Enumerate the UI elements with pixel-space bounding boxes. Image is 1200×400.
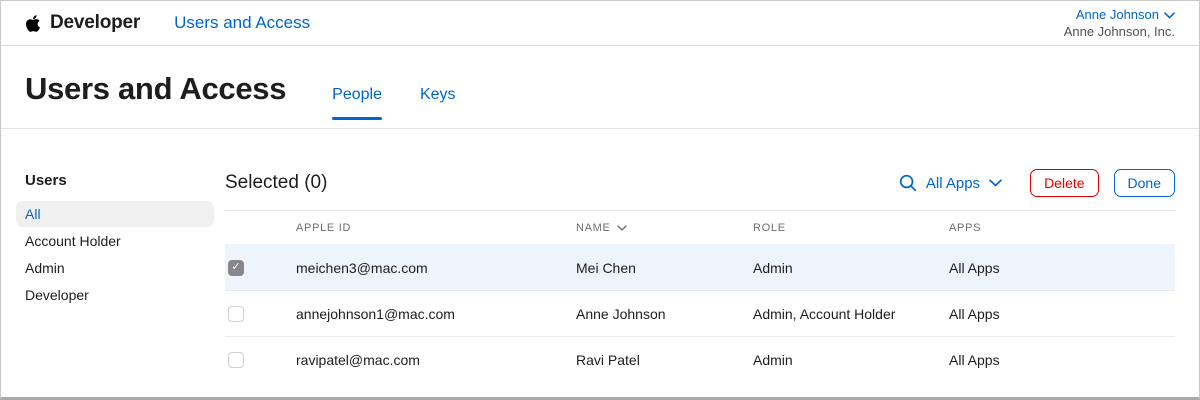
brand-name: Developer (50, 12, 140, 34)
cell-apple-id: ravipatel@mac.com (296, 352, 576, 368)
app-window: Developer Users and Access Anne Johnson … (0, 0, 1200, 400)
cell-apps: All Apps (949, 352, 1175, 368)
delete-button[interactable]: Delete (1030, 169, 1098, 197)
cell-apple-id: annejohnson1@mac.com (296, 306, 576, 322)
cell-name: Anne Johnson (576, 306, 753, 322)
sidebar-item-developer[interactable]: Developer (16, 282, 214, 308)
column-header-apple-id[interactable]: APPLE ID (296, 222, 576, 234)
chevron-down-icon (989, 179, 1002, 187)
column-header-role[interactable]: ROLE (753, 222, 949, 234)
main-panel: Selected (0) All Apps Delete Done (225, 169, 1175, 397)
page-title: Users and Access (25, 71, 286, 107)
table-header-row: APPLE ID NAME ROLE APPS (225, 211, 1175, 244)
cell-role: Admin, Account Holder (753, 306, 949, 322)
cell-name: Mei Chen (576, 260, 753, 276)
row-checkbox[interactable] (228, 352, 244, 368)
row-checkbox[interactable] (228, 306, 244, 322)
search-button[interactable] (899, 174, 917, 192)
sort-chevron-down-icon (617, 225, 627, 231)
cell-name: Ravi Patel (576, 352, 753, 368)
top-nav: Developer Users and Access Anne Johnson … (1, 1, 1199, 46)
apps-filter-dropdown[interactable]: All Apps (926, 175, 1002, 192)
column-header-name[interactable]: NAME (576, 222, 753, 234)
toolbar: Selected (0) All Apps Delete Done (225, 169, 1175, 211)
column-header-apps[interactable]: APPS (949, 222, 1175, 234)
search-icon (899, 174, 917, 192)
account-area: Anne Johnson Anne Johnson, Inc. (1064, 6, 1175, 40)
row-checkbox[interactable] (228, 260, 244, 276)
toolbar-actions: All Apps Delete Done (899, 169, 1175, 197)
users-table: APPLE ID NAME ROLE APPS meichen3@mac.com… (225, 211, 1175, 382)
cell-apps: All Apps (949, 306, 1175, 322)
done-button[interactable]: Done (1114, 169, 1175, 197)
cell-apps: All Apps (949, 260, 1175, 276)
selected-count-label: Selected (0) (225, 172, 327, 194)
sidebar-item-all[interactable]: All (16, 201, 214, 227)
account-name-label: Anne Johnson (1076, 8, 1159, 23)
table-row[interactable]: ravipatel@mac.com Ravi Patel Admin All A… (225, 336, 1175, 382)
apple-logo-icon (25, 14, 41, 33)
page-header: Users and Access People Keys (1, 46, 1199, 129)
chevron-down-icon (1164, 8, 1175, 23)
tab-bar: People Keys (332, 86, 455, 120)
cell-apple-id: meichen3@mac.com (296, 260, 576, 276)
apps-filter-label: All Apps (926, 175, 980, 192)
tab-people[interactable]: People (332, 86, 382, 120)
sidebar-heading: Users (25, 172, 225, 189)
sidebar-item-account-holder[interactable]: Account Holder (16, 228, 214, 254)
cell-role: Admin (753, 352, 949, 368)
nav-breadcrumb-link[interactable]: Users and Access (174, 13, 310, 33)
sidebar-item-admin[interactable]: Admin (16, 255, 214, 281)
sidebar: Users All Account Holder Admin Developer (25, 169, 225, 397)
content: Users All Account Holder Admin Developer… (1, 129, 1199, 397)
account-org-label: Anne Johnson, Inc. (1064, 25, 1175, 40)
table-row[interactable]: meichen3@mac.com Mei Chen Admin All Apps (225, 244, 1175, 290)
tab-keys[interactable]: Keys (420, 86, 456, 120)
account-menu[interactable]: Anne Johnson (1076, 8, 1175, 23)
brand[interactable]: Developer (25, 12, 140, 34)
cell-role: Admin (753, 260, 949, 276)
table-row[interactable]: annejohnson1@mac.com Anne Johnson Admin,… (225, 290, 1175, 336)
